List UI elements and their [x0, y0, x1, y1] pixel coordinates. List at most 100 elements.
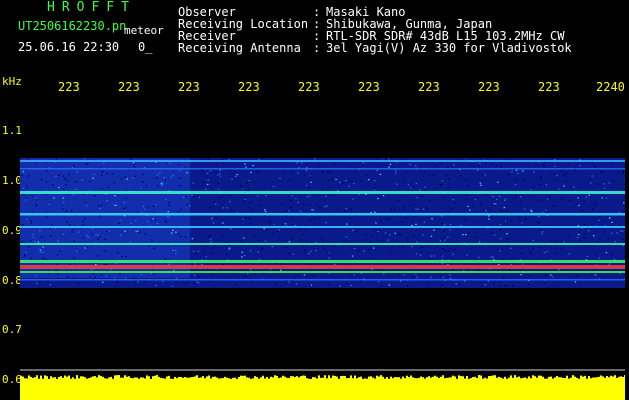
noise-speck [76, 250, 78, 252]
noise-speck [144, 208, 147, 210]
noise-speck [28, 175, 30, 177]
noise-speck [81, 179, 83, 181]
noise-speck [276, 231, 279, 233]
noise-speck [35, 197, 37, 200]
noise-speck [194, 263, 196, 265]
noise-speck [72, 229, 74, 231]
noise-speck [172, 229, 174, 231]
noise-speck [76, 171, 78, 173]
noise-speck [509, 269, 511, 271]
noise-speck [113, 182, 116, 184]
noise-speck [260, 228, 263, 230]
noise-speck [305, 229, 307, 231]
noise-speck [288, 281, 290, 283]
noise-speck [344, 180, 347, 182]
spectrum-peak [486, 378, 488, 380]
noise-speck [440, 275, 443, 277]
noise-speck [599, 238, 601, 240]
noise-speck [222, 222, 224, 224]
spectrum-peak [430, 377, 432, 380]
noise-speck [257, 251, 259, 253]
noise-speck [36, 282, 38, 284]
noise-speck [430, 235, 433, 237]
noise-speck [290, 216, 292, 219]
noise-speck [105, 275, 107, 277]
noise-speck [85, 246, 88, 248]
spectrum-peak [470, 378, 472, 380]
noise-speck [144, 233, 147, 235]
noise-speck [520, 196, 522, 198]
noise-speck [296, 162, 298, 164]
noise-speck [532, 239, 534, 241]
spectrum-peak [454, 376, 456, 380]
noise-speck [373, 180, 376, 182]
spectrum-peak [482, 378, 484, 380]
noise-speck [384, 232, 387, 234]
x-tick-label: 223 [178, 80, 200, 94]
noise-speck [426, 207, 428, 210]
noise-speck [465, 180, 467, 182]
noise-speck [175, 252, 177, 255]
noise-speck [294, 224, 297, 227]
signal-line [20, 191, 625, 194]
signal-line [20, 168, 625, 170]
noise-speck [248, 218, 251, 220]
noise-speck [50, 235, 52, 237]
noise-speck [245, 166, 247, 168]
noise-speck [45, 280, 48, 282]
x-tick-label: 223 [298, 80, 320, 94]
noise-speck [311, 209, 313, 211]
noise-speck [547, 198, 549, 200]
noise-speck [583, 233, 585, 235]
spectrum-peak [256, 377, 258, 380]
spectrum-peak [572, 375, 574, 380]
detection-count: 0_ [138, 40, 153, 54]
noise-speck [160, 183, 163, 185]
noise-speck [345, 208, 347, 210]
noise-speck [607, 237, 610, 239]
noise-speck [477, 269, 480, 271]
noise-speck [465, 234, 467, 236]
spectrum-peak [246, 377, 248, 380]
spectrum-peak [96, 377, 98, 380]
spectrum-peak [614, 375, 616, 380]
noise-speck [510, 247, 512, 249]
noise-speck [519, 269, 522, 271]
noise-speck [467, 205, 469, 207]
noise-speck [533, 171, 535, 173]
noise-speck [140, 274, 143, 276]
noise-speck [490, 216, 492, 218]
noise-speck [98, 215, 100, 217]
noise-speck [26, 158, 29, 160]
noise-speck [94, 276, 96, 278]
noise-speck [42, 258, 44, 260]
spectrum-peak [184, 376, 186, 380]
noise-speck [497, 245, 499, 247]
noise-speck [551, 276, 554, 278]
noise-speck [206, 172, 209, 174]
noise-speck [134, 175, 136, 177]
noise-speck [444, 239, 446, 241]
noise-speck [328, 172, 331, 174]
spectrogram-area [20, 95, 625, 400]
noise-speck [620, 230, 622, 232]
spectrum-peak [436, 376, 438, 380]
spectrum-peak [618, 376, 620, 380]
spectrum-peak [82, 376, 84, 380]
noise-speck [73, 240, 75, 242]
noise-speck [87, 282, 89, 284]
spectrum-peak [596, 377, 598, 380]
noise-speck [403, 209, 405, 211]
noise-speck [164, 199, 167, 201]
noise-speck [623, 202, 625, 204]
spectrum-peak [362, 378, 364, 380]
noise-speck [564, 180, 567, 182]
noise-speck [415, 208, 417, 210]
spectrum-peak [142, 377, 144, 380]
noise-speck [551, 205, 554, 207]
noise-speck [591, 162, 594, 164]
noise-speck [455, 283, 457, 285]
x-tick-label: 2240 [596, 80, 625, 94]
noise-speck [460, 175, 462, 177]
spectrum-peak [584, 375, 586, 380]
